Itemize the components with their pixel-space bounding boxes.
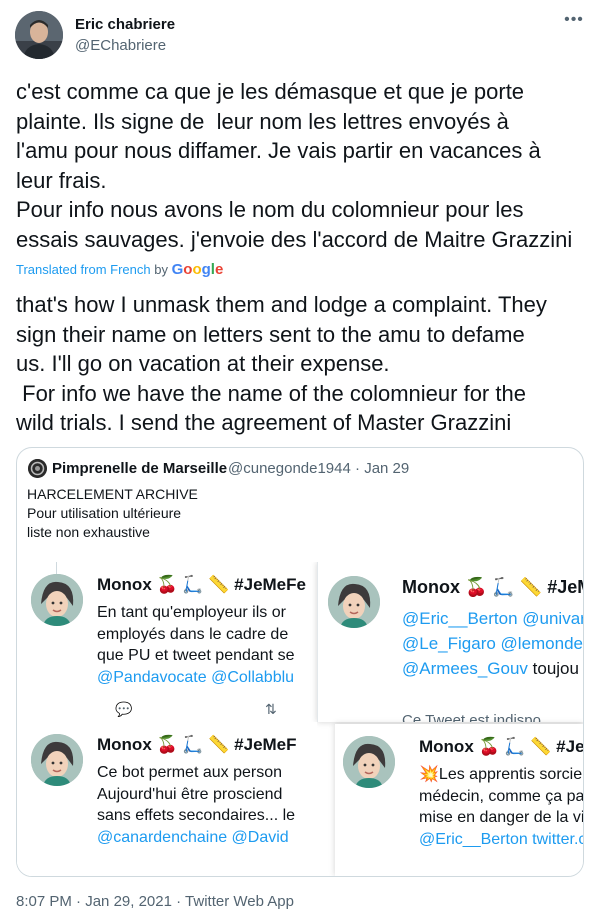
translation-note[interactable]: Translated from French by Google	[16, 261, 223, 278]
translation-by: by	[154, 262, 168, 277]
tweet-date[interactable]: Jan 29, 2021	[85, 893, 172, 910]
reply-icon: 💬	[115, 701, 133, 717]
google-logo: Google	[171, 261, 224, 278]
quoted-date[interactable]: Jan 29	[364, 460, 409, 477]
tweet-time[interactable]: 8:07 PM	[16, 893, 72, 910]
quoted-media-image[interactable]: Monox 🍒 🛴 📏 #JeMeFe En tant qu'employeur…	[17, 562, 583, 876]
card-avatar	[31, 574, 83, 626]
quoted-text: HARCELEMENT ARCHIVE Pour utilisation ult…	[27, 486, 198, 540]
translation-label: Translated from French	[16, 262, 151, 277]
screenshot-card: Monox 🍒 🛴 📏 #JeMeFe En tant qu'employeur…	[17, 562, 317, 720]
quoted-meta: @cunegonde1944 · Jan 29	[228, 460, 409, 477]
tweet-translated-text: that's how I unmask them and lodge a com…	[16, 292, 547, 435]
card-author-name: Monox 🍒 🛴 📏 #JeMeF	[97, 735, 297, 754]
card-unavailable-note: Ce Tweet est indispo	[402, 712, 541, 722]
more-horizontal-icon[interactable]: •••	[562, 10, 586, 34]
quoted-author-handle[interactable]: @cunegonde1944	[228, 460, 351, 477]
tweet-timestamp[interactable]: 8:07 PM · Jan 29, 2021 · Twitter Web App	[16, 893, 294, 910]
quoted-tweet[interactable]: Pimprenelle de Marseille @cunegonde1944 …	[16, 447, 584, 877]
card-avatar	[31, 734, 83, 786]
card-text: @Eric__Berton @univar @Le_Figaro @lemond…	[402, 609, 583, 678]
tweet-source[interactable]: Twitter Web App	[185, 893, 294, 910]
quoted-avatar[interactable]	[28, 459, 47, 478]
quoted-author-name[interactable]: Pimprenelle de Marseille	[52, 460, 227, 477]
card-text: Ce bot permet aux person Aujourd'hui êtr…	[97, 764, 296, 846]
footer-separator: ·	[76, 893, 82, 910]
card-author-name: Monox 🍒 🛴 📏 #JeMeFe	[97, 575, 306, 594]
card-avatar	[328, 576, 380, 628]
author-name[interactable]: Eric chabriere	[75, 16, 175, 33]
footer-separator: ·	[176, 893, 182, 910]
card-author-name: Monox 🍒 🛴 📏 #JeM	[419, 737, 583, 756]
card-text: 💥Les apprentis sorcier médecin, comme ça…	[419, 766, 583, 848]
author-avatar[interactable]	[15, 11, 63, 59]
share-icon: ⇅	[265, 701, 277, 717]
quoted-separator: ·	[355, 460, 361, 477]
tweet-original-text: c'est comme ca que je les démasque et qu…	[16, 79, 573, 252]
explosion-icon: 💥	[419, 766, 439, 783]
card-author-name: Monox 🍒 🛴 📏 #JeM	[402, 577, 583, 597]
screenshot-card: Monox 🍒 🛴 📏 #JeM @Eric__Berton @univar @…	[317, 562, 583, 722]
screenshot-card: Monox 🍒 🛴 📏 #JeMeF Ce bot permet aux per…	[17, 722, 317, 876]
author-handle[interactable]: @EChabriere	[75, 37, 166, 54]
screenshot-card: Monox 🍒 🛴 📏 #JeM 💥Les apprentis sorcier …	[335, 724, 583, 876]
card-avatar	[343, 736, 395, 788]
card-text: En tant qu'employeur ils or employés dan…	[97, 604, 295, 686]
